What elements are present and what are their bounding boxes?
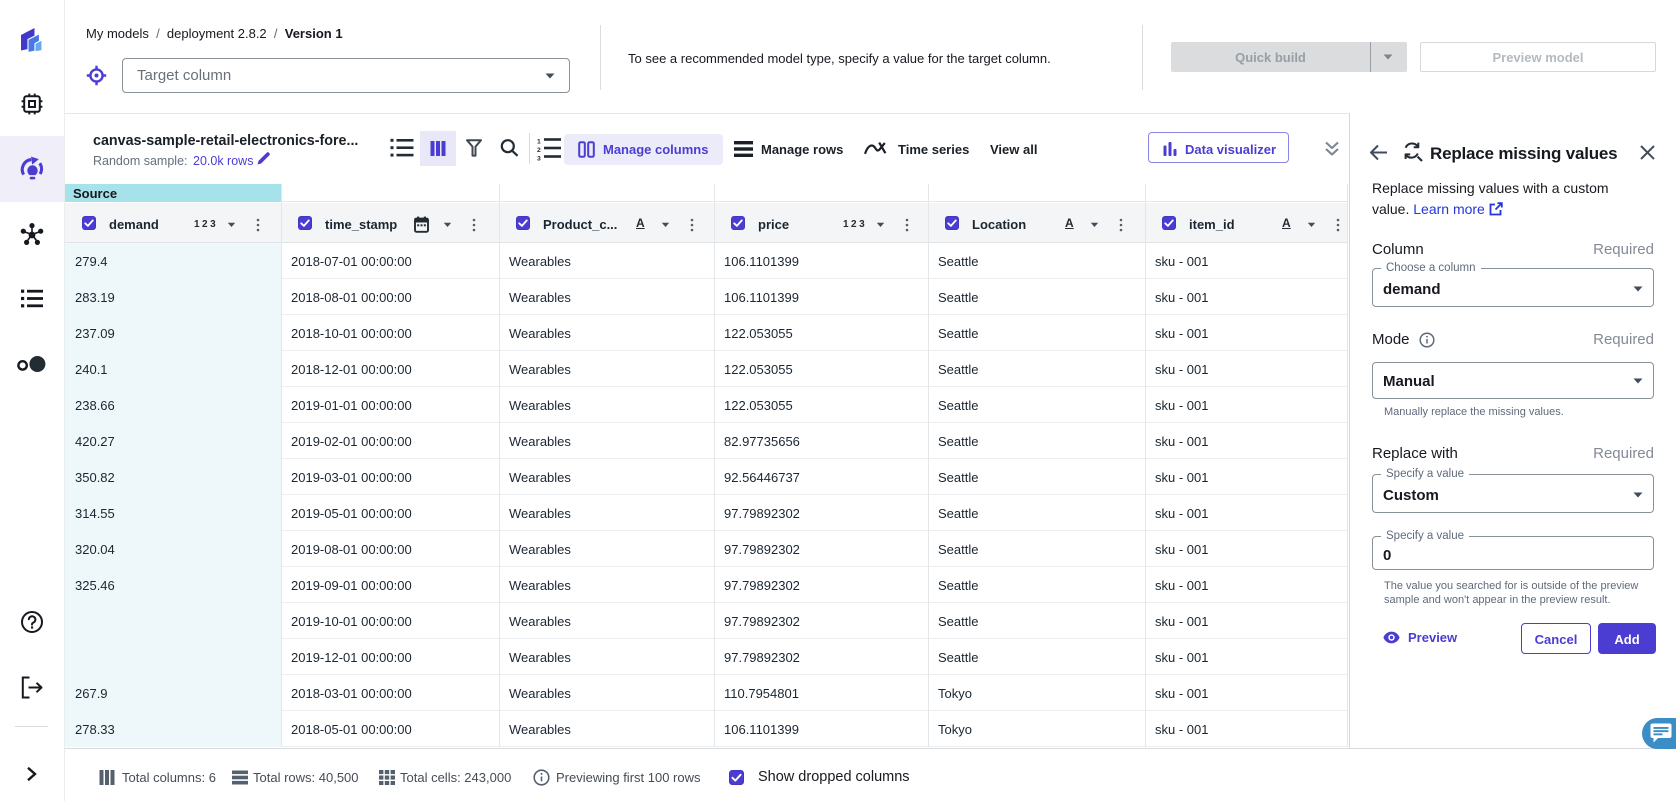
svg-text:3: 3 — [537, 156, 541, 162]
svg-text:1: 1 — [537, 139, 541, 146]
svg-text:2: 2 — [537, 147, 541, 154]
